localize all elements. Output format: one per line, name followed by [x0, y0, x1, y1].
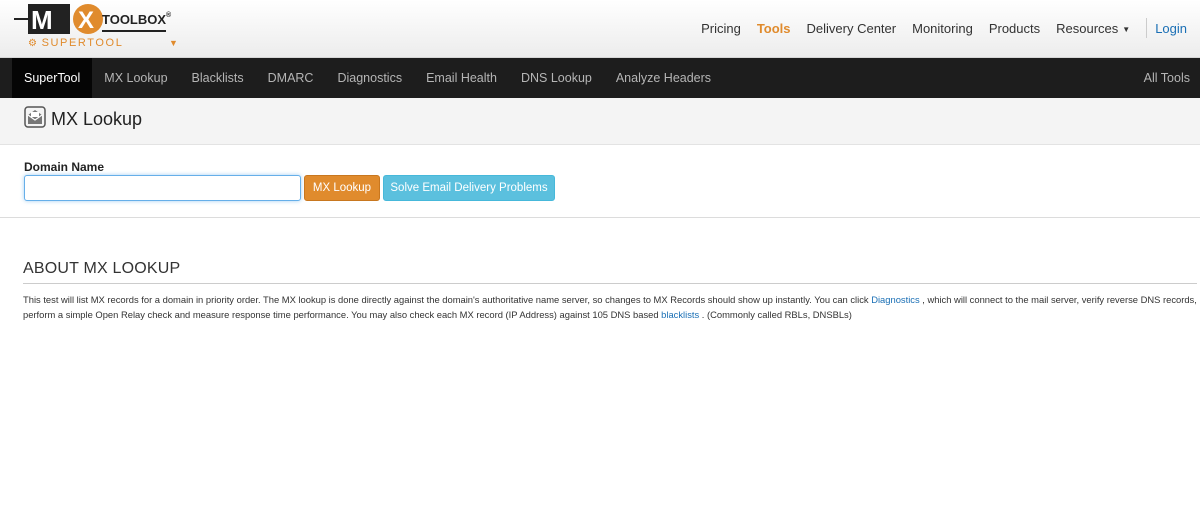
- tab-dns-lookup[interactable]: DNS Lookup: [509, 58, 604, 98]
- logo-right-line: [102, 30, 166, 32]
- diagnostics-link[interactable]: Diagnostics: [871, 294, 919, 305]
- tab-email-health[interactable]: Email Health: [414, 58, 509, 98]
- nav-resources[interactable]: Resources ▼: [1048, 21, 1138, 36]
- tab-mx-lookup[interactable]: MX Lookup: [92, 58, 179, 98]
- blacklists-link[interactable]: blacklists: [661, 309, 699, 320]
- tab-supertool[interactable]: SuperTool: [12, 58, 93, 98]
- about-text-3: . (Commonly called RBLs, DNSBLs): [699, 309, 852, 320]
- tool-navigation: SuperTool MX Lookup Blacklists DMARC Dia…: [0, 58, 1200, 98]
- nav-tools[interactable]: Tools: [749, 21, 799, 36]
- solve-delivery-problems-button[interactable]: Solve Email Delivery Problems: [383, 175, 555, 201]
- about-heading: ABOUT MX LOOKUP: [23, 260, 1197, 284]
- nav-resources-label: Resources: [1056, 20, 1119, 36]
- domain-name-input[interactable]: [24, 175, 301, 201]
- about-section: ABOUT MX LOOKUP This test will list MX r…: [23, 260, 1197, 322]
- logo-x-letter: X: [78, 7, 94, 34]
- all-tools-link[interactable]: All Tools: [1132, 58, 1200, 98]
- top-header: M X TOOLBOX® ⚙ SUPERTOOL ▼ Pricing Tools …: [0, 0, 1200, 58]
- tab-blacklists[interactable]: Blacklists: [180, 58, 256, 98]
- about-description: This test will list MX records for a dom…: [23, 292, 1197, 322]
- tab-diagnostics[interactable]: Diagnostics: [325, 58, 414, 98]
- mx-lookup-button[interactable]: MX Lookup: [304, 175, 380, 201]
- caret-down-icon: ▼: [1122, 24, 1131, 34]
- lookup-form: Domain Name MX Lookup Solve Email Delive…: [0, 145, 1200, 218]
- tab-dmarc[interactable]: DMARC: [256, 58, 326, 98]
- nav-products[interactable]: Products: [981, 21, 1048, 36]
- page-header: MX Lookup: [0, 98, 1200, 145]
- envelope-icon: [24, 106, 46, 128]
- gear-icon: ⚙: [28, 38, 39, 49]
- chevron-down-icon[interactable]: ▼: [169, 38, 178, 48]
- page-title: MX Lookup: [51, 109, 143, 129]
- domain-name-label: Domain Name: [24, 160, 105, 174]
- nav-monitoring[interactable]: Monitoring: [904, 21, 981, 36]
- supertool-label: ⚙ SUPERTOOL: [28, 37, 124, 49]
- tab-analyze-headers[interactable]: Analyze Headers: [604, 58, 723, 98]
- nav-divider: [1146, 18, 1148, 38]
- login-link[interactable]: Login: [1155, 21, 1200, 36]
- top-navigation: Pricing Tools Delivery Center Monitoring…: [693, 0, 1200, 56]
- nav-pricing[interactable]: Pricing: [693, 21, 749, 36]
- nav-delivery-center[interactable]: Delivery Center: [799, 21, 905, 36]
- logo-m-letter: M: [31, 5, 53, 34]
- logo-toolbox-text: TOOLBOX®: [102, 12, 172, 27]
- mx-logo-mark: M X: [28, 4, 108, 34]
- about-text-1: This test will list MX records for a dom…: [23, 294, 872, 305]
- mxtoolbox-logo[interactable]: M X TOOLBOX® ⚙ SUPERTOOL ▼: [14, 4, 184, 52]
